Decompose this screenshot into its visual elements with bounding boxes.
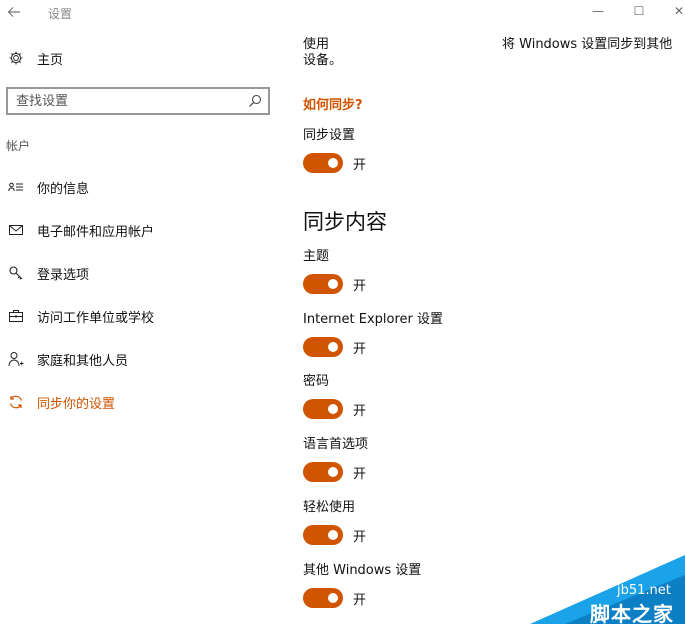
home-nav-item[interactable]: 主页 [8, 47, 63, 69]
setting-title: 密码 [303, 374, 330, 389]
toggle-state-label: 开 [353, 278, 367, 294]
setting-title: 主题 [303, 249, 330, 264]
mail-icon [8, 222, 24, 238]
theme-setting-group: 主题 开 [303, 248, 603, 294]
sync-icon [8, 394, 24, 410]
search-input[interactable] [8, 89, 244, 113]
intro-text-left: 使用 设备。 [303, 37, 342, 69]
sidebar-item-sign-in-options[interactable]: 登录选项 [0, 258, 280, 288]
window-title: 设置 [48, 7, 73, 21]
sidebar-item-label: 同步你的设置 [37, 396, 116, 412]
passwords-toggle[interactable] [303, 399, 343, 419]
other-windows-setting-group: 其他 Windows 设置 开 [303, 562, 603, 608]
key-icon [8, 265, 24, 281]
intro-line-2: 设备。 [303, 53, 343, 68]
sidebar: 主页 帐户 你的信息 电子邮件和应用帐户 登录选项 [0, 26, 280, 624]
person-add-icon [8, 351, 24, 367]
language-setting-group: 语言首选项 开 [303, 436, 603, 482]
sidebar-item-work-school[interactable]: 访问工作单位或学校 [0, 301, 280, 331]
search-icon[interactable] [247, 93, 263, 109]
setting-title: 轻松使用 [303, 500, 356, 515]
section-heading: 同步内容 [303, 210, 387, 234]
toggle-knob [328, 530, 338, 540]
toggle-knob [328, 158, 338, 168]
sidebar-item-label: 访问工作单位或学校 [37, 310, 155, 326]
ease-of-access-toggle[interactable] [303, 525, 343, 545]
sidebar-item-label: 你的信息 [37, 181, 90, 197]
how-to-sync-link[interactable]: 如何同步? [303, 94, 363, 113]
maximize-button[interactable]: ☐ [628, 2, 650, 20]
sidebar-item-email-accounts[interactable]: 电子邮件和应用帐户 [0, 215, 280, 245]
ease-of-access-setting-group: 轻松使用 开 [303, 499, 603, 545]
sidebar-item-family[interactable]: 家庭和其他人员 [0, 344, 280, 374]
language-toggle[interactable] [303, 462, 343, 482]
sync-settings-group: 同步设置 开 [303, 127, 603, 173]
other-windows-toggle[interactable] [303, 588, 343, 608]
arrow-left-icon[interactable] [6, 4, 26, 20]
sidebar-item-label: 电子邮件和应用帐户 [37, 224, 155, 240]
gear-icon [8, 50, 24, 66]
toggle-state-label: 开 [353, 157, 367, 173]
title-bar: 设置 — ☐ ✕ [0, 0, 685, 26]
ie-settings-toggle[interactable] [303, 337, 343, 357]
setting-title: 同步设置 [303, 128, 356, 143]
sidebar-item-label: 登录选项 [37, 267, 90, 283]
setting-title: Internet Explorer 设置 [303, 312, 444, 327]
toggle-state-label: 开 [353, 466, 367, 482]
toggle-knob [328, 467, 338, 477]
intro-line-1: 使用 [303, 37, 330, 52]
sidebar-item-your-info[interactable]: 你的信息 [0, 172, 280, 202]
toggle-state-label: 开 [353, 341, 367, 357]
toggle-state-label: 开 [353, 529, 367, 545]
toggle-knob [328, 279, 338, 289]
sidebar-item-sync-settings[interactable]: 同步你的设置 [0, 387, 280, 417]
sync-settings-toggle[interactable] [303, 153, 343, 173]
section-label-accounts: 帐户 [6, 139, 31, 153]
ie-settings-group: Internet Explorer 设置 开 [303, 311, 603, 357]
intro-text-right: 将 Windows 设置同步到其他 [502, 37, 673, 52]
home-label: 主页 [37, 52, 64, 68]
toggle-state-label: 开 [353, 592, 367, 608]
sidebar-item-label: 家庭和其他人员 [37, 353, 129, 369]
toggle-knob [328, 593, 338, 603]
person-card-icon [8, 179, 24, 195]
setting-title: 语言首选项 [303, 437, 369, 452]
close-button[interactable]: ✕ [668, 2, 685, 20]
passwords-setting-group: 密码 开 [303, 373, 603, 419]
search-box[interactable] [6, 87, 270, 115]
minimize-button[interactable]: — [587, 2, 609, 20]
setting-title: 其他 Windows 设置 [303, 563, 422, 578]
toggle-knob [328, 342, 338, 352]
toggle-knob [328, 404, 338, 414]
theme-toggle[interactable] [303, 274, 343, 294]
briefcase-icon [8, 308, 24, 324]
toggle-state-label: 开 [353, 403, 367, 419]
main-content: 使用 设备。 将 Windows 设置同步到其他 如何同步? 同步设置 开 同步… [303, 26, 685, 624]
